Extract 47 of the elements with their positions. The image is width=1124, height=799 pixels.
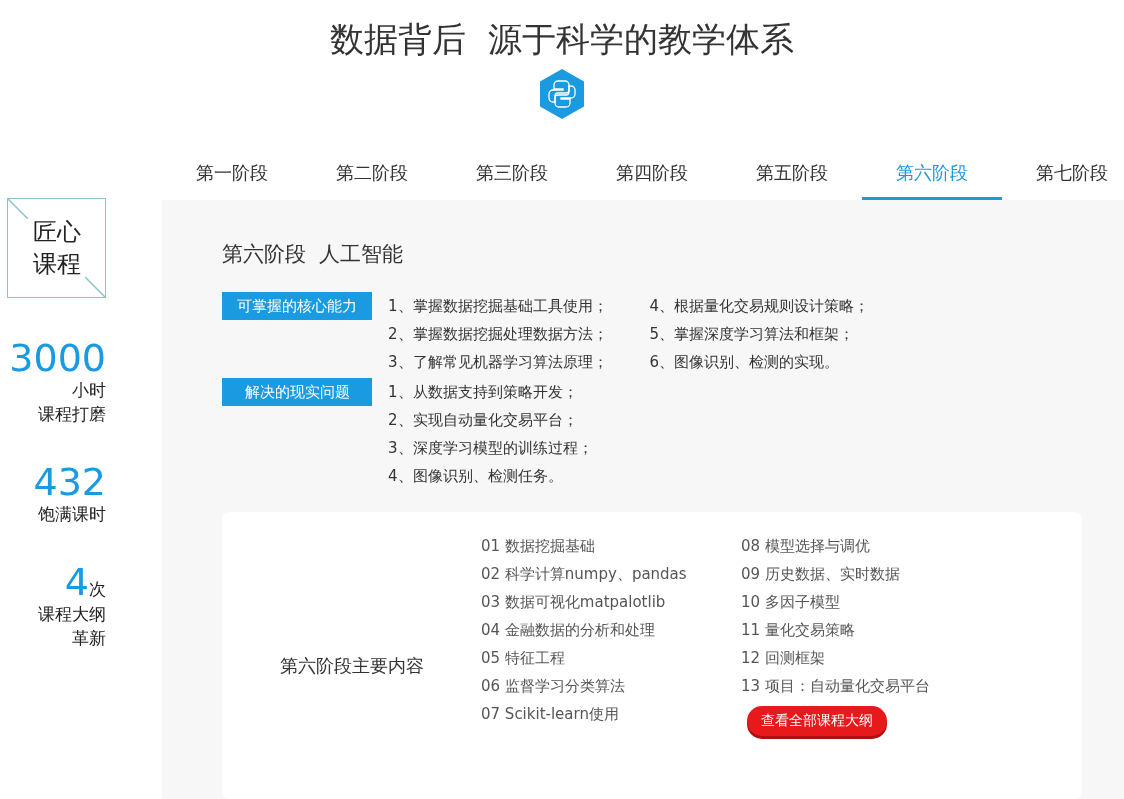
- stage-tab[interactable]: 第一阶段: [162, 148, 302, 200]
- stat-number: 3000: [9, 338, 106, 378]
- list-item: 3、深度学习模型的训练过程；: [388, 438, 593, 459]
- list-item: 6、图像识别、检测的实现。: [649, 352, 841, 373]
- list-item: 2、掌握数据挖掘处理数据方法；: [388, 324, 608, 345]
- course-topic: 13 项目：自动量化交易平台: [741, 676, 931, 697]
- view-syllabus-button[interactable]: 查看全部课程大纲: [747, 706, 887, 736]
- section-tag: 可掌握的核心能力: [222, 292, 372, 320]
- stat-number: 4: [64, 562, 89, 602]
- course-topic: 03 数据可视化matpalotlib: [481, 592, 667, 613]
- list-item: 5、掌握深度学习算法和框架；: [649, 324, 856, 345]
- course-topic: 02 科学计算numpy、pandas: [481, 564, 688, 585]
- stage-heading: 第六阶段 人工智能: [222, 241, 405, 268]
- stage-tab[interactable]: 第三阶段: [442, 148, 582, 200]
- stage-tab[interactable]: 第五阶段: [722, 148, 862, 200]
- stage-tab[interactable]: 第四阶段: [582, 148, 722, 200]
- list-item: 1、从数据支持到策略开发；: [388, 382, 579, 403]
- list-item: 2、实现自动量化交易平台；: [388, 410, 579, 431]
- list-item: 1、掌握数据挖掘基础工具使用；: [388, 296, 608, 317]
- stat-label: 革新: [72, 627, 106, 650]
- badge-text: 课程: [32, 249, 81, 280]
- course-topic: 10 多因子模型: [741, 592, 841, 613]
- python-logo-icon: [540, 69, 584, 119]
- course-topic: 12 回测框架: [741, 648, 826, 669]
- stat-number: 432: [33, 462, 106, 502]
- course-topic: 08 模型选择与调优: [741, 536, 871, 557]
- course-topic: 11 量化交易策略: [741, 620, 856, 641]
- stat-label: 课程打磨: [38, 403, 106, 426]
- course-topic: 06 监督学习分类算法: [481, 676, 626, 697]
- course-topic: 01 数据挖掘基础: [481, 536, 596, 557]
- list-item: 4、图像识别、检测任务。: [388, 466, 564, 487]
- course-topic: 09 历史数据、实时数据: [741, 564, 901, 585]
- stage-tab[interactable]: 第七阶段: [1002, 148, 1124, 200]
- badge-text: 匠心: [32, 217, 81, 248]
- list-item: 3、了解常见机器学习算法原理；: [388, 352, 608, 373]
- course-topic: 05 特征工程: [481, 648, 566, 669]
- stat-label: 课程大纲: [38, 603, 106, 626]
- stat-unit: 次: [89, 578, 106, 601]
- list-item: 4、根据量化交易规则设计策略；: [649, 296, 870, 317]
- course-topic: 07 Scikit-learn使用: [481, 704, 620, 725]
- stat-label: 饱满课时: [38, 503, 106, 526]
- stat-label: 小时: [72, 379, 106, 402]
- section-tag: 解决的现实问题: [222, 378, 372, 406]
- page-title: 数据背后 源于科学的教学体系: [330, 18, 794, 61]
- course-topic: 04 金融数据的分析和处理: [481, 620, 656, 641]
- content-label: 第六阶段主要内容: [279, 653, 424, 678]
- stage-tab[interactable]: 第二阶段: [302, 148, 442, 200]
